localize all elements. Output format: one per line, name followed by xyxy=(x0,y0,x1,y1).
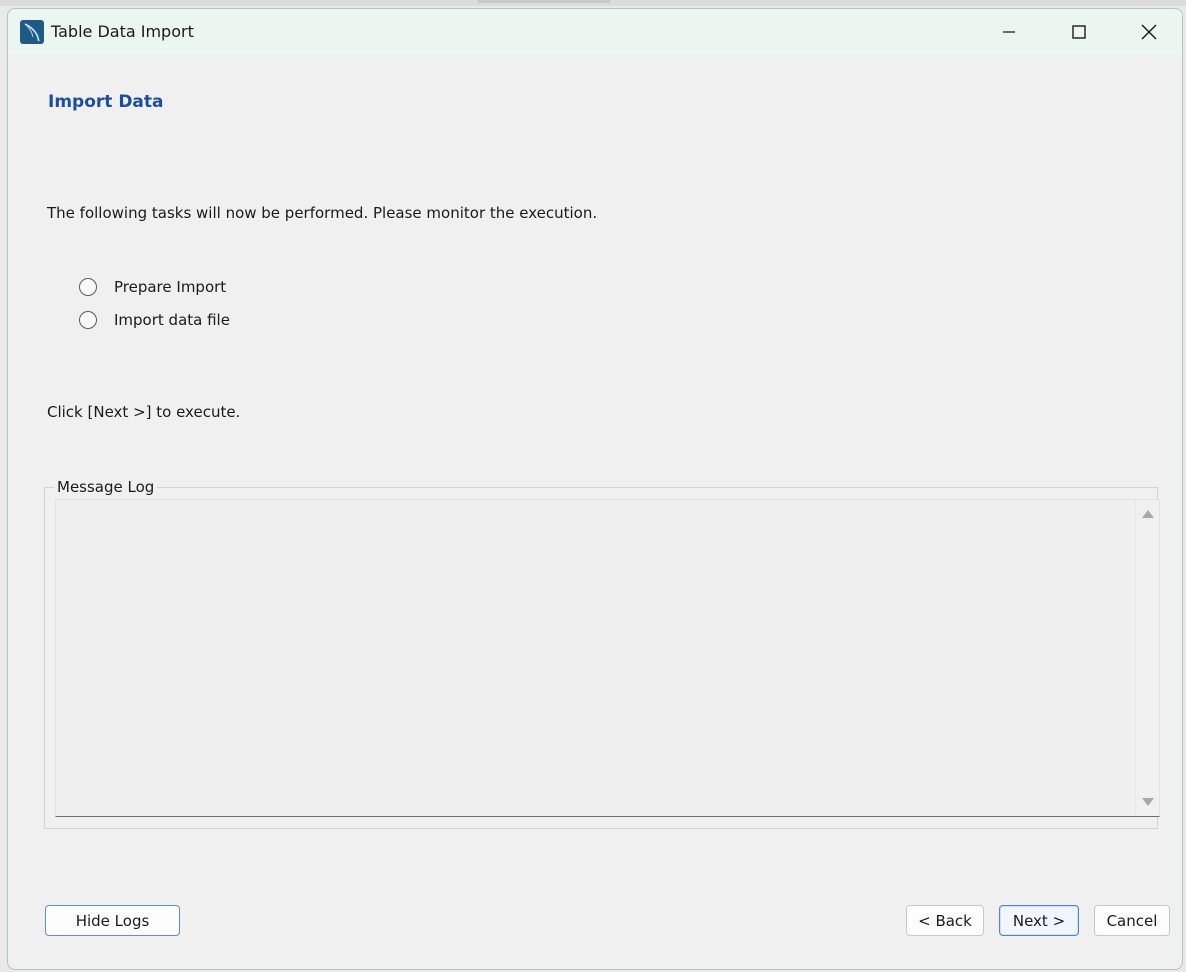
page-title: Import Data xyxy=(48,92,164,112)
hide-logs-button[interactable]: Hide Logs xyxy=(45,905,180,936)
message-log-textarea[interactable] xyxy=(55,499,1160,817)
execute-hint: Click [Next >] to execute. xyxy=(47,403,241,421)
message-log-label: Message Log xyxy=(54,478,158,496)
task-status-radio xyxy=(79,278,97,296)
maximize-button[interactable] xyxy=(1050,9,1108,55)
scroll-down-arrow-icon[interactable] xyxy=(1142,798,1154,806)
table-data-import-window: Table Data Import Import Data The follow… xyxy=(7,8,1183,970)
task-label: Prepare Import xyxy=(114,278,227,296)
message-log-scrollbar[interactable] xyxy=(1135,500,1159,816)
background-tab-edge xyxy=(478,0,610,3)
close-button[interactable] xyxy=(1120,9,1178,55)
back-button[interactable]: < Back xyxy=(906,905,984,936)
title-bar[interactable]: Table Data Import xyxy=(8,9,1182,55)
minimize-button[interactable] xyxy=(980,9,1038,55)
mysql-workbench-dolphin-icon xyxy=(20,20,44,44)
maximize-icon xyxy=(1072,25,1086,39)
task-label: Import data file xyxy=(114,311,230,329)
cancel-button[interactable]: Cancel xyxy=(1094,905,1170,936)
scroll-up-arrow-icon[interactable] xyxy=(1142,510,1154,518)
intro-text: The following tasks will now be performe… xyxy=(47,204,598,222)
close-icon xyxy=(1141,24,1157,40)
task-prepare-import: Prepare Import xyxy=(79,276,226,298)
window-title: Table Data Import xyxy=(51,22,194,41)
minimize-icon xyxy=(1003,31,1015,33)
task-import-data-file: Import data file xyxy=(79,309,230,331)
next-button[interactable]: Next > xyxy=(999,905,1079,936)
task-status-radio xyxy=(79,311,97,329)
desktop-background-strip xyxy=(0,0,1186,6)
